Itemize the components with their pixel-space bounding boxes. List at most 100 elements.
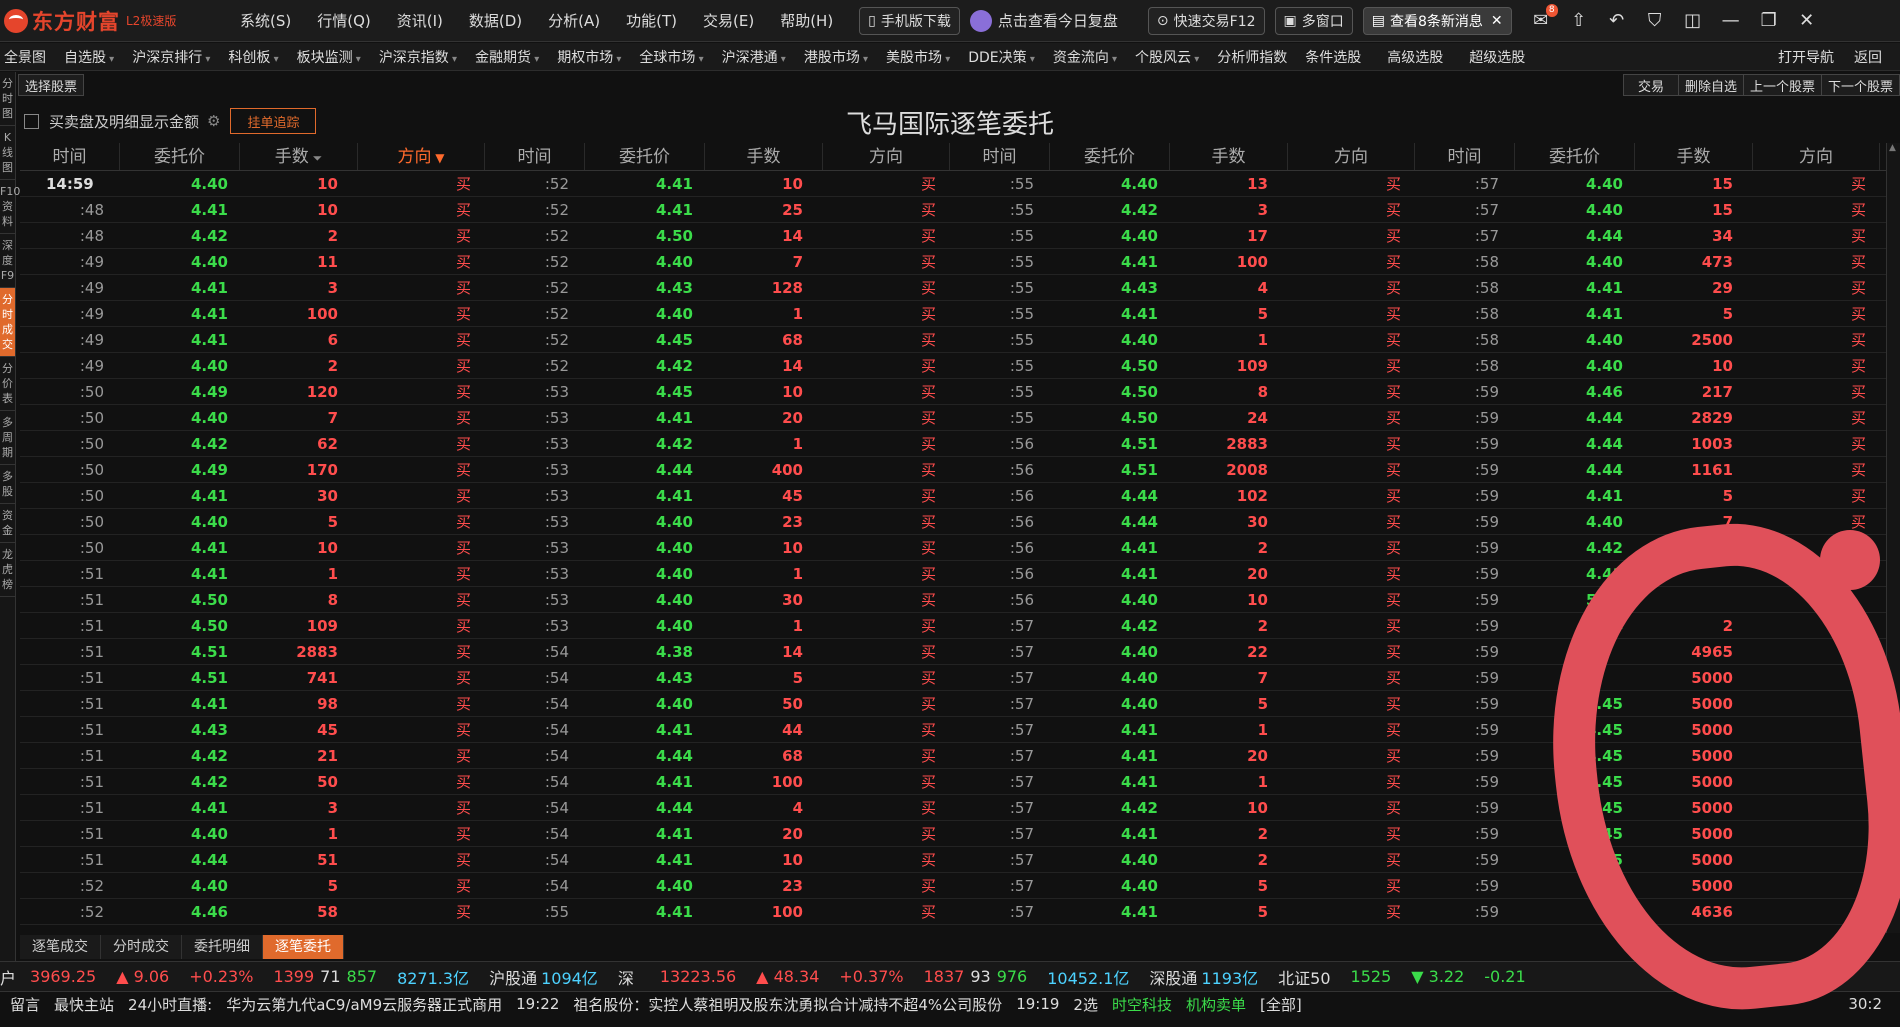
- news-item[interactable]: 华为云第九代aC9/aM9云服务器正式商用: [226, 994, 502, 1015]
- table-row[interactable]: :50 4.49 170 买:53 4.44 400 买:56 4.51 2008 买:59 4.4…: [20, 457, 1886, 483]
- col-price[interactable]: 委托价: [1050, 143, 1170, 170]
- table-row[interactable]: :51 4.51 741 买:54 4.43 5 买:57 4.40 7 买:59 5000: [20, 665, 1886, 691]
- hgt-label[interactable]: 沪股通: [489, 965, 537, 989]
- nav-dde[interactable]: DDE决策: [968, 47, 1035, 67]
- table-row[interactable]: :51 4.42 21 买:54 4.44 68 买:57 4.41 20 买:59 4.45 500…: [20, 743, 1886, 769]
- rail-funds[interactable]: 资金: [0, 504, 15, 543]
- vertical-scrollbar[interactable]: [1886, 143, 1900, 933]
- col-volume[interactable]: 手数: [705, 143, 823, 170]
- nav-us[interactable]: 美股市场: [886, 47, 950, 67]
- alert-stock[interactable]: 时空科技: [1112, 994, 1172, 1015]
- tab-order-detail[interactable]: 委托明细: [182, 935, 263, 959]
- mobile-download-button[interactable]: ▯ 手机版下载: [859, 6, 960, 35]
- nav-overview[interactable]: 全景图: [4, 47, 46, 67]
- table-row[interactable]: :51 4.51 2883 买:54 4.38 14 买:57 4.40 22 买:59 4965: [20, 639, 1886, 665]
- news-notice-button[interactable]: ▤ 查看8条新消息 ✕: [1362, 6, 1512, 35]
- menu-system[interactable]: 系统(S): [240, 10, 291, 31]
- menu-help[interactable]: 帮助(H): [780, 10, 833, 31]
- rail-depth[interactable]: 深度F9: [0, 234, 15, 288]
- nav-futures[interactable]: 金融期货: [475, 47, 539, 67]
- rail-price-table[interactable]: 分价表: [0, 357, 15, 411]
- table-row[interactable]: :52 4.46 58 买:55 4.41 100 买:57 4.41 5 买:59 45 4636: [20, 899, 1886, 925]
- col-direction[interactable]: 方向: [1288, 143, 1415, 170]
- rail-f10[interactable]: F10资料: [0, 180, 20, 234]
- tab-time-trades[interactable]: 分时成交: [101, 935, 182, 959]
- table-row[interactable]: :51 4.43 45 买:54 4.41 44 买:57 4.41 1 买:59 4.45 5000: [20, 717, 1886, 743]
- show-amount-checkbox[interactable]: [24, 113, 39, 129]
- table-row[interactable]: :48 4.42 2 买:52 4.50 14 买:55 4.40 17 买:57 4.44 34 买: [20, 223, 1886, 249]
- replay-link[interactable]: 点击查看今日复盘: [969, 9, 1118, 32]
- back-button[interactable]: 返回: [1854, 47, 1882, 67]
- live-label[interactable]: 24小时直播:: [128, 994, 212, 1015]
- table-row[interactable]: :50 4.40 7 买:53 4.41 20 买:55 4.50 24 买:59 4.44 2829…: [20, 405, 1886, 431]
- nav-star-market[interactable]: 科创板: [228, 47, 278, 67]
- table-row[interactable]: :50 4.41 30 买:53 4.41 45 买:56 4.44 102 买:59 4.41 5 买: [20, 483, 1886, 509]
- table-row[interactable]: :51 4.40 1 买:54 4.41 20 买:57 4.41 2 买:59 4.45 5000: [20, 821, 1886, 847]
- col-direction[interactable]: 方向: [823, 143, 950, 170]
- gear-icon[interactable]: ⚙: [207, 112, 220, 130]
- menu-trade[interactable]: 交易(E): [703, 10, 754, 31]
- col-price[interactable]: 委托价: [120, 143, 240, 170]
- remove-favorite-button[interactable]: 删除自选: [1678, 74, 1744, 96]
- minimize-icon[interactable]: —: [1720, 10, 1742, 32]
- col-direction[interactable]: 方向 ▼: [358, 143, 485, 170]
- trade-button[interactable]: 交易: [1622, 74, 1679, 96]
- menu-news[interactable]: 资讯(I): [397, 10, 443, 31]
- mail-icon[interactable]: ✉ 8: [1530, 3, 1558, 32]
- nav-advanced-select[interactable]: 高级选股: [1387, 47, 1443, 67]
- col-time[interactable]: 时间: [1415, 143, 1515, 170]
- nav-connect[interactable]: 沪深港通: [722, 47, 786, 67]
- rail-dragon-tiger[interactable]: 龙虎榜: [0, 543, 15, 597]
- col-volume[interactable]: 手数: [1635, 143, 1753, 170]
- col-time[interactable]: 时间: [485, 143, 585, 170]
- table-row[interactable]: :50 4.42 62 买:53 4.42 1 买:56 4.51 2883 买:59 4.44 10…: [20, 431, 1886, 457]
- open-nav-button[interactable]: 打开导航: [1778, 47, 1834, 67]
- all-button[interactable]: [全部]: [1260, 994, 1302, 1015]
- tab-tick-orders[interactable]: 逐笔委托: [263, 935, 344, 959]
- nav-fund-flow[interactable]: 资金流向: [1053, 47, 1117, 67]
- menu-data[interactable]: 数据(D): [469, 10, 522, 31]
- restore-icon[interactable]: ❐: [1758, 10, 1780, 32]
- nav-options[interactable]: 期权市场: [557, 47, 621, 67]
- sh-value[interactable]: 3969.25: [30, 967, 96, 986]
- undo-icon[interactable]: ↶: [1606, 10, 1628, 32]
- col-price[interactable]: 委托价: [585, 143, 705, 170]
- nav-hk[interactable]: 港股市场: [804, 47, 868, 67]
- nav-stock-wind[interactable]: 个股风云: [1135, 47, 1199, 67]
- order-track-button[interactable]: 挂单追踪: [230, 108, 317, 134]
- table-row[interactable]: :51 4.41 3 买:54 4.44 4 买:57 4.42 10 买:59 4.45 5000: [20, 795, 1886, 821]
- col-time[interactable]: 时间: [950, 143, 1050, 170]
- table-row[interactable]: :49 4.40 11 买:52 4.40 7 买:55 4.41 100 买:58 4.40 473…: [20, 249, 1886, 275]
- table-row[interactable]: :51 4.42 50 买:54 4.41 100 买:57 4.41 1 买:59 4.45 500…: [20, 769, 1886, 795]
- prev-stock-button[interactable]: 上一个股票: [1743, 74, 1822, 96]
- sz-value[interactable]: 13223.56: [660, 967, 736, 986]
- filter-icon[interactable]: ⏷: [309, 151, 323, 165]
- nav-sector-monitor[interactable]: 板块监测: [297, 47, 361, 67]
- table-row[interactable]: :49 4.41 3 买:52 4.43 128 买:55 4.43 4 买:58 4.41 29 买: [20, 275, 1886, 301]
- col-volume[interactable]: 手数 ⏷: [240, 143, 358, 170]
- nav-watchlist[interactable]: 自选股: [64, 47, 114, 67]
- nav-global[interactable]: 全球市场: [639, 47, 703, 67]
- nav-super-select[interactable]: 超级选股: [1469, 47, 1525, 67]
- quick-trade-button[interactable]: ⊙ 快速交易F12: [1147, 6, 1265, 35]
- nav-ranking[interactable]: 沪深京排行: [132, 47, 210, 67]
- nav-condition-select[interactable]: 条件选股: [1305, 47, 1361, 67]
- nav-index[interactable]: 沪深京指数: [379, 47, 457, 67]
- table-row[interactable]: 14:59 4.40 10 买:52 4.41 10 买:55 4.40 13 买:57 4.40 1…: [20, 171, 1886, 197]
- table-row[interactable]: :49 4.41 100 买:52 4.40 1 买:55 4.41 5 买:58 4.41 5 买: [20, 301, 1886, 327]
- col-direction[interactable]: 方向: [1753, 143, 1880, 170]
- bz-value[interactable]: 1525: [1351, 967, 1392, 986]
- rail-multi-period[interactable]: 多周期: [0, 411, 15, 465]
- select-stock-button[interactable]: 选择股票: [18, 74, 85, 96]
- message-button[interactable]: 留言: [10, 994, 40, 1015]
- table-row[interactable]: :49 4.41 6 买:52 4.45 68 买:55 4.40 1 买:58 4.40 2500 买: [20, 327, 1886, 353]
- table-row[interactable]: :51 4.44 51 买:54 4.41 10 买:57 4.40 2 买:59 4.45 5000: [20, 847, 1886, 873]
- nav-analyst-index[interactable]: 分析师指数: [1217, 47, 1287, 67]
- close-icon[interactable]: ✕: [1491, 13, 1503, 29]
- menu-functions[interactable]: 功能(T): [626, 10, 677, 31]
- rail-time-trades[interactable]: 分时成交: [0, 288, 15, 357]
- server-status[interactable]: 最快主站: [54, 994, 114, 1015]
- table-row[interactable]: :52 4.40 5 买:54 4.40 23 买:57 4.40 5 买:59 4.45 5000: [20, 873, 1886, 899]
- sgt-label[interactable]: 深股通: [1149, 965, 1197, 989]
- col-time[interactable]: 时间: [20, 143, 120, 170]
